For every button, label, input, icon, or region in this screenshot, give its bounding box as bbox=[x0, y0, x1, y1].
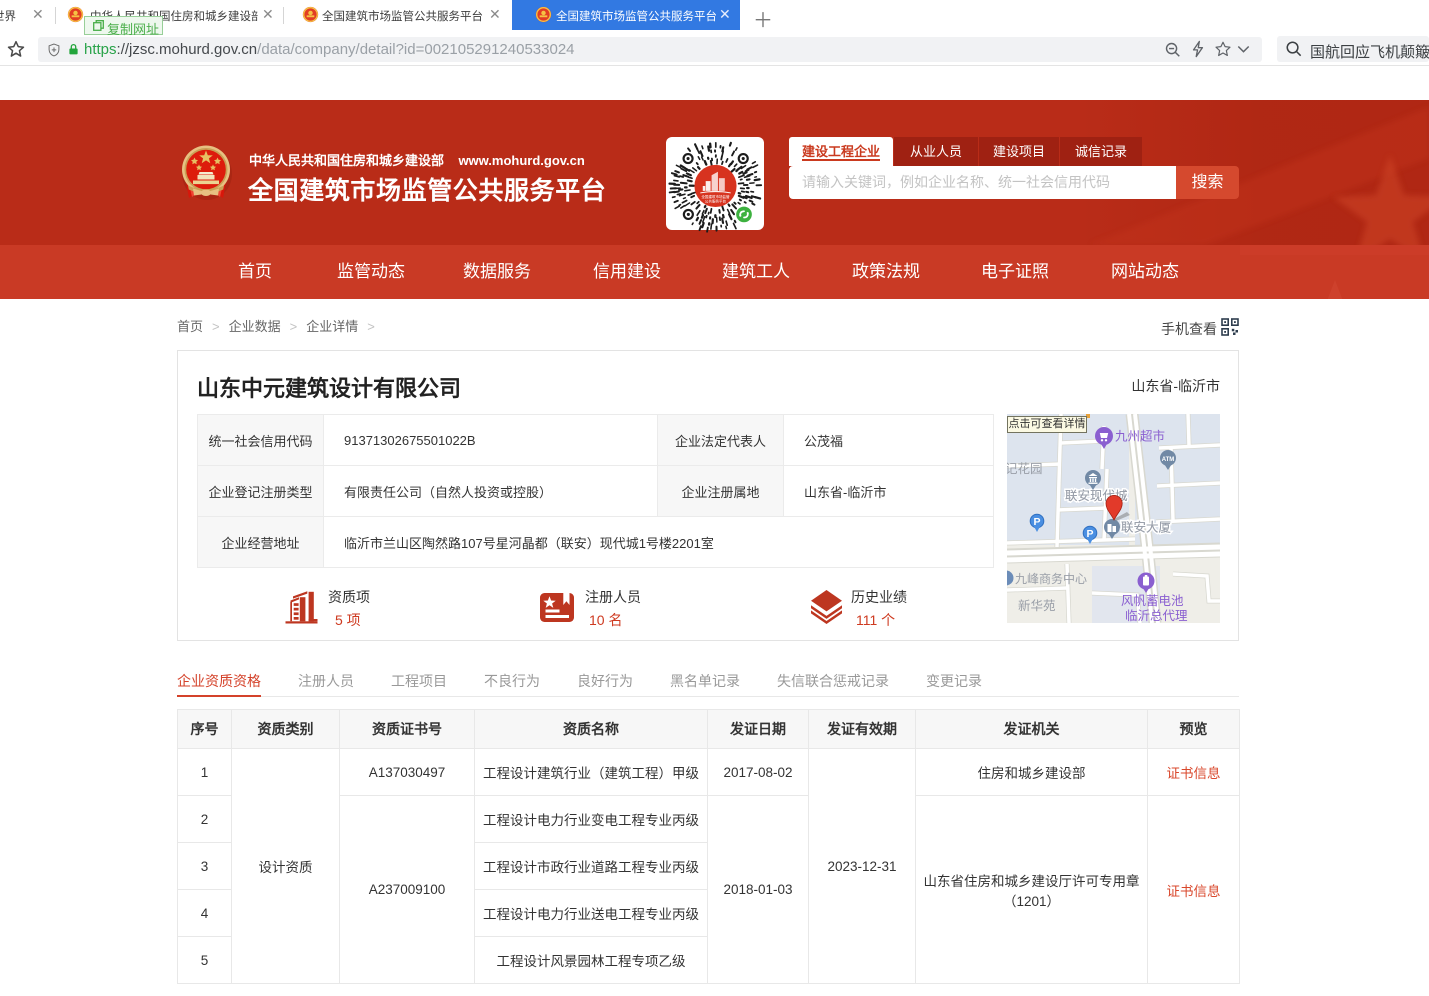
svg-text:P: P bbox=[1086, 528, 1093, 540]
svg-text:九州超市: 九州超市 bbox=[1115, 429, 1165, 444]
svg-text:记花园: 记花园 bbox=[1007, 461, 1043, 476]
svg-text:新华苑: 新华苑 bbox=[1018, 598, 1056, 613]
svg-text:联安大厦: 联安大厦 bbox=[1121, 520, 1171, 535]
svg-text:九峰商务中心: 九峰商务中心 bbox=[1015, 571, 1087, 586]
svg-text:ATM: ATM bbox=[1162, 457, 1175, 463]
svg-text:P: P bbox=[1033, 516, 1040, 528]
svg-text:临沂总代理: 临沂总代理 bbox=[1125, 609, 1188, 623]
svg-text:风帆蓄电池: 风帆蓄电池 bbox=[1121, 593, 1184, 608]
svg-text:公共服务平台: 公共服务平台 bbox=[705, 198, 727, 203]
